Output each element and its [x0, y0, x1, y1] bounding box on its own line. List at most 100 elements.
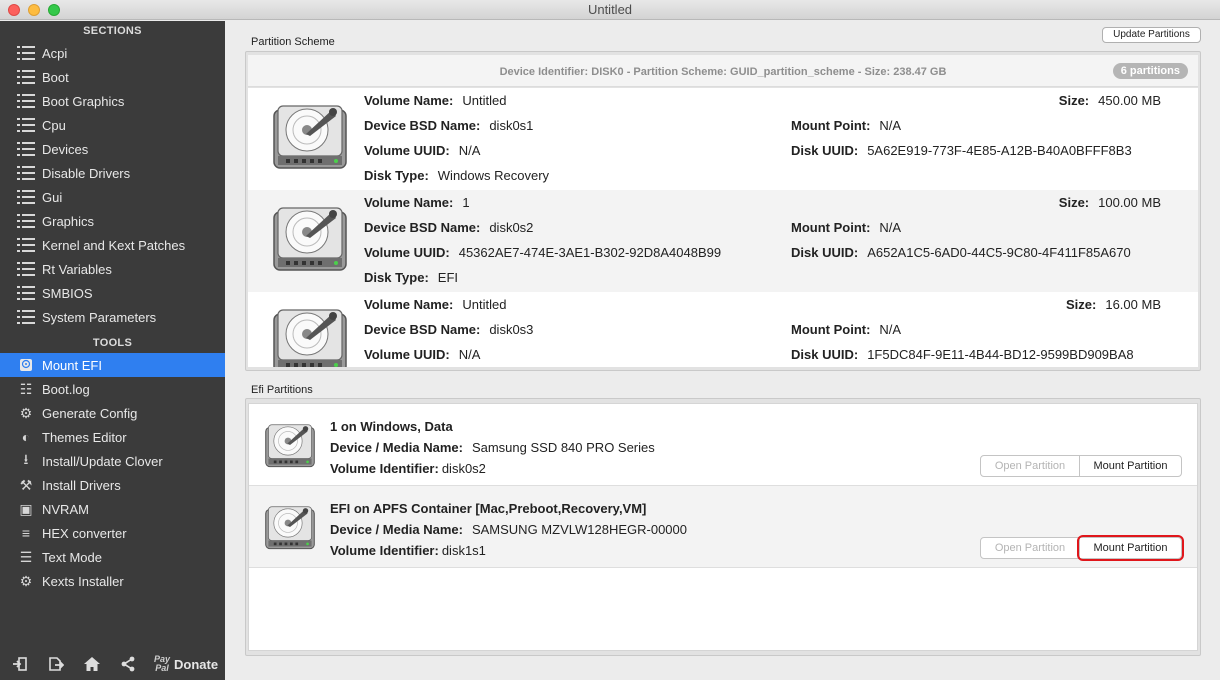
- list-icon: [17, 213, 35, 229]
- mount-point-label: Mount Point:: [791, 118, 871, 133]
- partition-row[interactable]: Volume Name: Untitled Device BSD Name: disk…: [248, 292, 1198, 367]
- sidebar-tool-install-drivers[interactable]: ⚒ Install Drivers: [0, 473, 225, 497]
- list-icon: [17, 45, 35, 61]
- sidebar-item-disable-drivers[interactable]: Disable Drivers: [0, 161, 225, 185]
- volume-identifier-value: disk0s2: [441, 461, 486, 476]
- sidebar-footer: Pay Pal Donate: [0, 648, 225, 680]
- volume-uuid-value: 45362AE7-474E-3AE1-B302-92D8A4048B99: [458, 245, 722, 260]
- hex-icon: ≡: [21, 525, 31, 541]
- disk-type-label: Disk Type:: [364, 168, 429, 183]
- efi-partition-title: EFI on APFS Container [Mac,Preboot,Recov…: [330, 501, 647, 516]
- mount-partition-button[interactable]: Mount Partition: [1080, 456, 1181, 476]
- sidebar-item-gui[interactable]: Gui: [0, 185, 225, 209]
- export-button[interactable]: [44, 652, 68, 676]
- disk-type-label: Disk Type:: [364, 270, 429, 285]
- partition-scheme-label: Partition Scheme: [251, 36, 335, 48]
- sidebar-tool-text-mode[interactable]: ☰ Text Mode: [0, 545, 225, 569]
- share-button[interactable]: [116, 652, 140, 676]
- sidebar-item-kernel-and-kext-patches[interactable]: Kernel and Kext Patches: [0, 233, 225, 257]
- size-field: Size: 450.00 MB: [1059, 93, 1161, 108]
- disk-uuid-field: Disk UUID: 1F5DC84F-9E11-4B44-BD12-9599BD…: [791, 347, 1134, 362]
- device-summary: Device Identifier: DISK0 - Partition Sch…: [499, 66, 947, 78]
- sidebar-tool-themes-editor[interactable]: ◐ Themes Editor: [0, 425, 225, 449]
- sidebar-item-acpi[interactable]: Acpi: [0, 41, 225, 65]
- mount-point-field: Mount Point: N/A: [791, 322, 901, 337]
- list-icon: [17, 285, 35, 301]
- mount-point-field: Mount Point: N/A: [791, 220, 901, 235]
- import-button[interactable]: [8, 652, 32, 676]
- sidebar-item-label: Devices: [42, 141, 89, 157]
- volume-uuid-label: Volume UUID:: [364, 347, 450, 362]
- device-bsd-label: Device BSD Name:: [364, 322, 481, 337]
- sidebar-tool-install-update-clover[interactable]: ⭳ Install/Update Clover: [0, 449, 225, 473]
- device-media-field: Device / Media Name: Samsung SSD 840 PRO …: [330, 440, 655, 455]
- sidebar-tool-hex-converter[interactable]: ≡ HEX converter: [0, 521, 225, 545]
- disk-uuid-field: Disk UUID: 5A62E919-773F-4E85-A12B-B40A0B…: [791, 143, 1132, 158]
- mount-point-value: N/A: [879, 322, 902, 337]
- partition-row[interactable]: Volume Name: 1 Device BSD Name: disk0s2 Volu…: [248, 190, 1198, 292]
- update-partitions-button[interactable]: Update Partitions: [1102, 27, 1201, 43]
- disk-uuid-label: Disk UUID:: [791, 245, 859, 260]
- sidebar-item-devices[interactable]: Devices: [0, 137, 225, 161]
- size-label: Size:: [1058, 93, 1090, 108]
- sidebar-tool-boot-log[interactable]: ☷ Boot.log: [0, 377, 225, 401]
- disk-type-value: EFI: [437, 270, 459, 285]
- sidebar-tool-label: Kexts Installer: [42, 573, 124, 589]
- volume-uuid-field: Volume UUID: N/A: [364, 143, 480, 158]
- volume-identifier-field: Volume Identifier: disk0s2: [330, 461, 486, 476]
- disk-type-field: Disk Type: EFI: [364, 270, 458, 285]
- partitions-list[interactable]: Volume Name: Untitled Device BSD Name: disk…: [248, 88, 1198, 367]
- mount-point-value: N/A: [879, 118, 902, 133]
- partition-actions: Open Partition Mount Partition: [980, 455, 1182, 477]
- device-media-value: SAMSUNG MZVLW128HEGR-00000: [471, 522, 687, 537]
- device-bsd-value: disk0s3: [489, 322, 534, 337]
- device-bsd-field: Device BSD Name: disk0s2: [364, 220, 533, 235]
- sidebar-tool-label: HEX converter: [42, 525, 127, 541]
- paypal-logo: Pay Pal: [154, 655, 170, 673]
- log-icon: ☷: [19, 380, 33, 397]
- sidebar: SECTIONS Acpi Boot Boot Graphics Cpu Devices…: [0, 21, 225, 680]
- sidebar-tool-generate-config[interactable]: ⚙ Generate Config: [0, 401, 225, 425]
- sidebar-item-label: Boot Graphics: [42, 93, 125, 109]
- sidebar-tool-kexts-installer[interactable]: ⚙ Kexts Installer: [0, 569, 225, 593]
- hard-disk-icon: [270, 198, 350, 281]
- disk-uuid-value: 1F5DC84F-9E11-4B44-BD12-9599BD909BA8: [867, 347, 1134, 362]
- volume-uuid-label: Volume UUID:: [364, 143, 450, 158]
- sidebar-item-boot[interactable]: Boot: [0, 65, 225, 89]
- sidebar-item-system-parameters[interactable]: System Parameters: [0, 305, 225, 329]
- sidebar-item-graphics[interactable]: Graphics: [0, 209, 225, 233]
- partition-row[interactable]: Volume Name: Untitled Device BSD Name: disk…: [248, 88, 1198, 190]
- list-icon: [17, 237, 35, 253]
- donate-button[interactable]: Pay Pal Donate: [154, 655, 218, 673]
- home-button[interactable]: [80, 652, 104, 676]
- chip-icon: ▣: [19, 500, 33, 517]
- sidebar-tool-mount-efi[interactable]: Mount EFI: [0, 353, 225, 377]
- size-label: Size:: [1058, 195, 1090, 210]
- donate-label: Donate: [174, 656, 219, 672]
- sidebar-item-rt-variables[interactable]: Rt Variables: [0, 257, 225, 281]
- sidebar-tool-nvram[interactable]: ▣ NVRAM: [0, 497, 225, 521]
- kext-icon: ⚙: [19, 572, 33, 589]
- mount-partition-button[interactable]: Mount Partition: [1077, 535, 1184, 561]
- size-label: Size:: [1066, 297, 1097, 312]
- mount-point-label: Mount Point:: [791, 220, 871, 235]
- sidebar-item-boot-graphics[interactable]: Boot Graphics: [0, 89, 225, 113]
- gears-icon: ⚙: [19, 404, 33, 421]
- hard-disk-icon: [270, 300, 350, 367]
- open-partition-button[interactable]: Open Partition: [981, 456, 1080, 476]
- volume-uuid-value: N/A: [458, 143, 481, 158]
- list-icon: [17, 165, 35, 181]
- device-media-value: Samsung SSD 840 PRO Series: [471, 440, 655, 455]
- sidebar-item-label: Disable Drivers: [42, 165, 131, 181]
- window-title: Untitled: [587, 2, 633, 17]
- sidebar-item-smbios[interactable]: SMBIOS: [0, 281, 225, 305]
- paypal-line2: Pal: [155, 663, 169, 673]
- sidebar-tool-label: Mount EFI: [42, 357, 102, 373]
- sidebar-item-cpu[interactable]: Cpu: [0, 113, 225, 137]
- device-bsd-label: Device BSD Name:: [364, 220, 481, 235]
- main-panel: Update Partitions Partition Scheme Devic…: [226, 21, 1220, 680]
- open-partition-button[interactable]: Open Partition: [981, 538, 1080, 558]
- sidebar-tool-label: Install/Update Clover: [42, 453, 163, 469]
- size-value: 100.00 MB: [1098, 195, 1161, 210]
- sidebar-item-label: Cpu: [42, 117, 66, 133]
